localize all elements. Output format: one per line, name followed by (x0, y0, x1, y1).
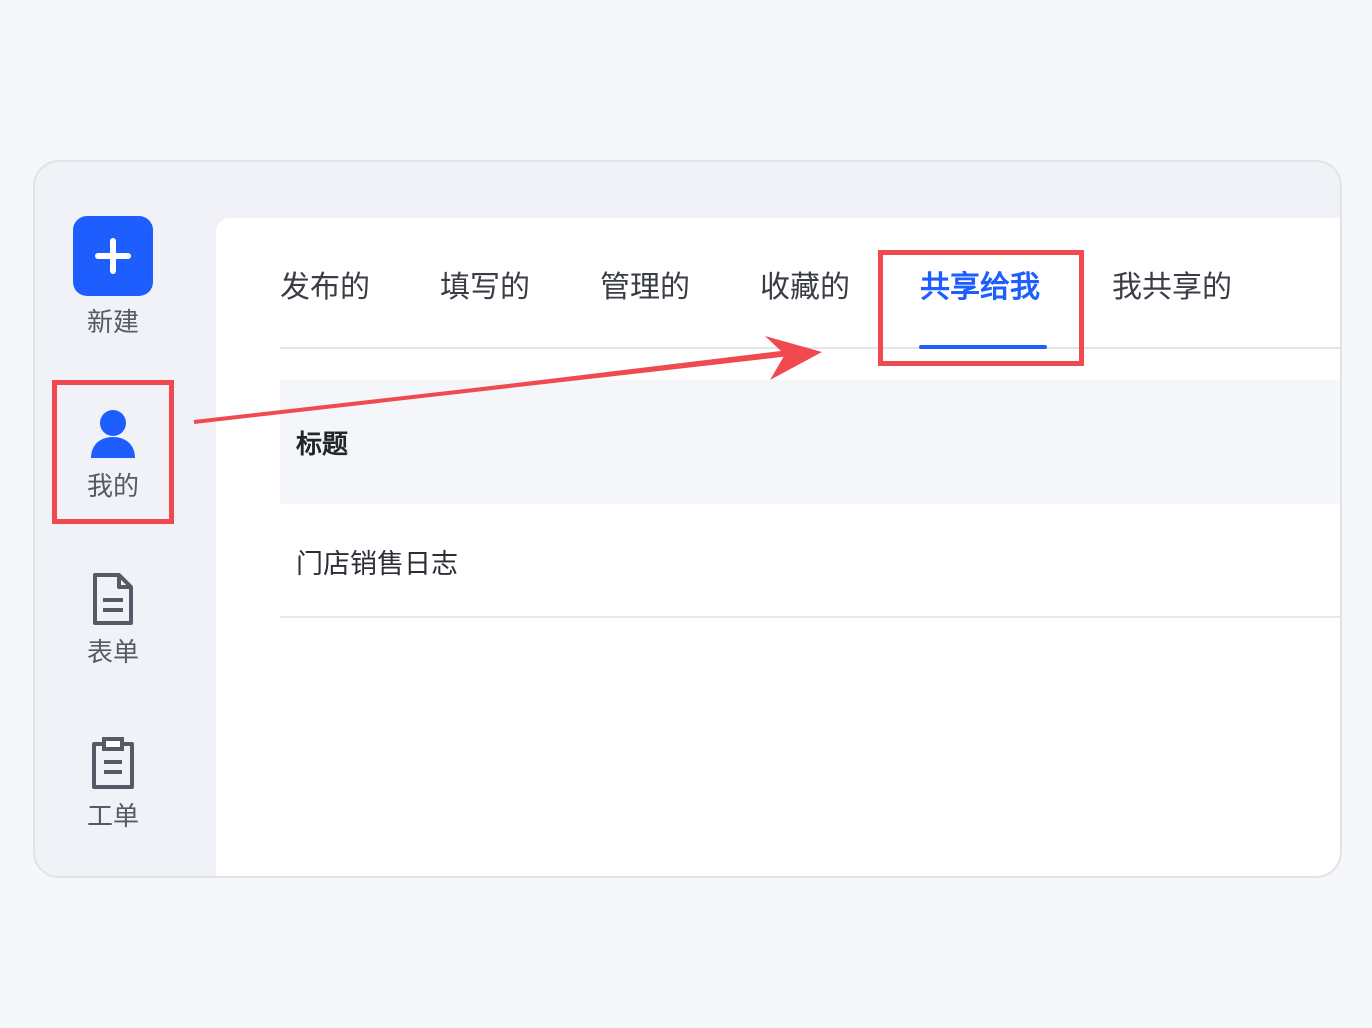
column-header-title: 标题 (296, 430, 349, 460)
tab-filled[interactable]: 填写的 (440, 268, 530, 308)
sidebar-item-label: 新建 (86, 308, 139, 338)
plus-icon (95, 238, 131, 274)
clipboard-icon (92, 737, 134, 789)
highlight-box-shared-tab (878, 250, 1084, 366)
row-title[interactable]: 门店销售日志 (296, 542, 458, 581)
sidebar-item-forms[interactable]: 表单 (35, 554, 191, 670)
tab-my-shares[interactable]: 我共享的 (1112, 268, 1232, 308)
tab-managed[interactable]: 管理的 (600, 268, 690, 308)
new-button[interactable] (73, 216, 153, 296)
sidebar-item-tickets[interactable]: 工单 (35, 718, 191, 834)
app-window: 新建 我的 表单 工单 发布的 填写的 管理的 收藏的 共享给我 我共享的 标题… (33, 160, 1342, 878)
sidebar-item-new[interactable]: 新建 (35, 216, 191, 340)
tab-published[interactable]: 发布的 (280, 268, 370, 308)
main-panel: 发布的 填写的 管理的 收藏的 共享给我 我共享的 标题 门店销售日志 (216, 218, 1340, 876)
table-row[interactable]: 门店销售日志 (280, 504, 1340, 618)
tab-favorites[interactable]: 收藏的 (760, 268, 850, 308)
document-icon (93, 573, 133, 625)
sidebar-item-label: 工单 (86, 802, 139, 832)
table-header: 标题 (280, 380, 1340, 504)
highlight-box-mine (52, 380, 174, 524)
tab-bar: 发布的 填写的 管理的 收藏的 共享给我 我共享的 (280, 252, 1340, 349)
sidebar-item-label: 表单 (86, 638, 139, 668)
